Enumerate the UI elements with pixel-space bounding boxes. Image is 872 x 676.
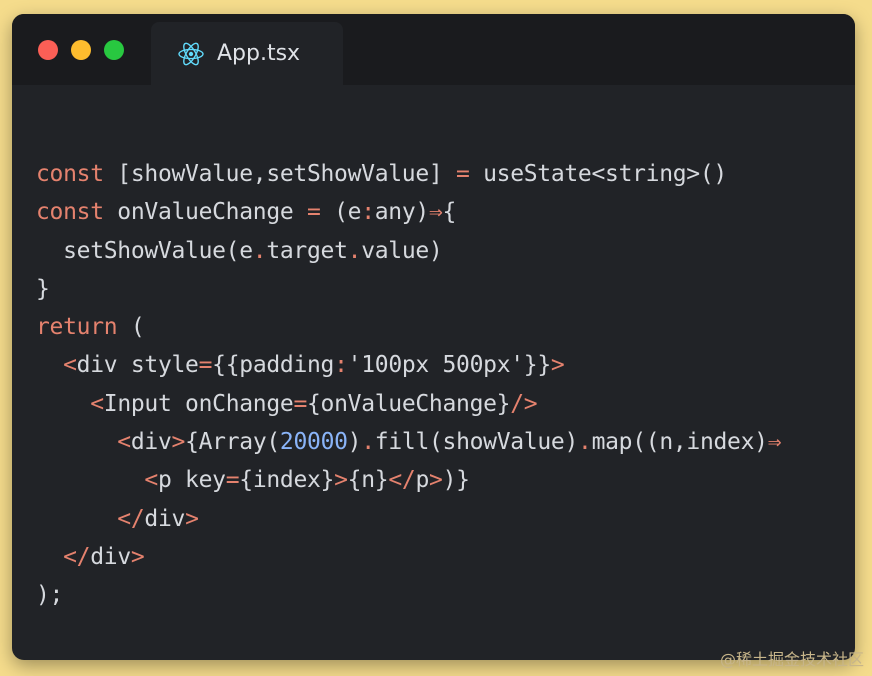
- code-token: <: [90, 390, 104, 417]
- code-block: const [showValue,setShowValue] = useStat…: [36, 155, 782, 615]
- watermark: @稀土掘金技术社区: [719, 650, 864, 669]
- code-token: div: [90, 543, 131, 570]
- code-token: div: [130, 429, 172, 456]
- code-token: =: [455, 161, 470, 187]
- maximize-button[interactable]: [104, 40, 124, 60]
- code-token: />: [510, 390, 538, 417]
- code-token: (: [117, 314, 145, 341]
- code-token: {n}: [347, 467, 389, 494]
- code-token: </: [117, 505, 145, 532]
- code-line: return (: [36, 308, 781, 346]
- code-token: >: [334, 467, 348, 494]
- code-line: </div>: [36, 538, 781, 576]
- code-line: const [showValue,setShowValue] = useStat…: [36, 155, 781, 193]
- code-token: {Array(: [185, 429, 280, 456]
- code-token: ⇒: [428, 199, 443, 226]
- code-token: >: [185, 505, 199, 532]
- code-token: value): [361, 237, 443, 264]
- code-token: ⇒: [767, 429, 782, 456]
- code-line: );: [36, 576, 781, 614]
- code-token: [showValue,setShowValue]: [103, 161, 456, 187]
- title-bar: App.tsx: [12, 14, 855, 85]
- code-token: :: [334, 352, 348, 379]
- code-token: const: [36, 199, 104, 226]
- code-token: {index}: [239, 467, 335, 494]
- code-token: fill(showValue): [374, 429, 579, 456]
- code-line: <div style={{padding:'100px 500px'}}>: [36, 346, 781, 384]
- code-line: <p key={index}>{n}</p>)}: [36, 461, 781, 499]
- code-token: ): [347, 429, 362, 456]
- code-token: <: [63, 352, 77, 379]
- code-window: App.tsx const [showValue,setShowValue] =…: [12, 14, 855, 660]
- code-token: const: [36, 161, 104, 187]
- tab-title: App.tsx: [217, 41, 301, 66]
- code-token: =: [198, 352, 213, 379]
- code-token: .: [252, 237, 267, 264]
- code-token: .: [578, 429, 592, 456]
- code-line: <Input onChange={onValueChange}/>: [36, 385, 781, 423]
- code-token: <: [117, 429, 131, 456]
- code-token: useState<string>(): [469, 161, 727, 187]
- code-token: >: [429, 467, 443, 494]
- code-token: :: [361, 199, 375, 226]
- code-token: )}: [442, 467, 470, 494]
- code-token: .: [361, 429, 375, 456]
- code-token: div: [144, 505, 186, 532]
- code-token: '100px 500px'}}: [347, 352, 552, 379]
- code-token: </: [63, 543, 91, 570]
- code-token: {{padding: [212, 352, 335, 379]
- code-token: );: [36, 582, 64, 609]
- tab-app-tsx[interactable]: App.tsx: [151, 22, 343, 85]
- code-line: <div>{Array(20000).fill(showValue).map((…: [36, 423, 781, 461]
- code-token: <: [144, 467, 158, 494]
- code-token: >: [550, 352, 565, 379]
- code-token: 20000: [279, 429, 348, 456]
- code-token: =: [225, 467, 240, 494]
- code-token: any): [374, 199, 430, 226]
- code-token: .: [347, 237, 362, 264]
- code-token: p key: [157, 467, 226, 494]
- code-line: }: [36, 270, 781, 308]
- code-token: >: [130, 543, 145, 570]
- code-token: onValueChange: [103, 199, 307, 226]
- code-token: >: [171, 429, 186, 456]
- react-icon: [178, 42, 204, 66]
- code-token: }: [36, 275, 50, 302]
- close-button[interactable]: [38, 40, 58, 60]
- code-token: {: [442, 199, 457, 226]
- code-line: const onValueChange = (e:any)⇒{: [36, 193, 781, 231]
- code-token: </: [388, 467, 416, 494]
- code-token: map((n,index): [591, 429, 768, 456]
- minimize-button[interactable]: [71, 40, 91, 60]
- code-token: div style: [76, 352, 199, 379]
- code-token: (e: [320, 199, 362, 226]
- code-token: p: [415, 467, 429, 494]
- code-token: {onValueChange}: [307, 390, 511, 417]
- code-token: setShowValue(e: [36, 237, 253, 264]
- code-token: =: [293, 390, 307, 417]
- code-token: target: [266, 237, 348, 264]
- code-line: setShowValue(e.target.value): [36, 232, 781, 270]
- code-token: =: [306, 199, 321, 226]
- code-token: Input onChange: [103, 390, 294, 417]
- code-token: return: [36, 314, 118, 341]
- code-line: </div>: [36, 500, 781, 538]
